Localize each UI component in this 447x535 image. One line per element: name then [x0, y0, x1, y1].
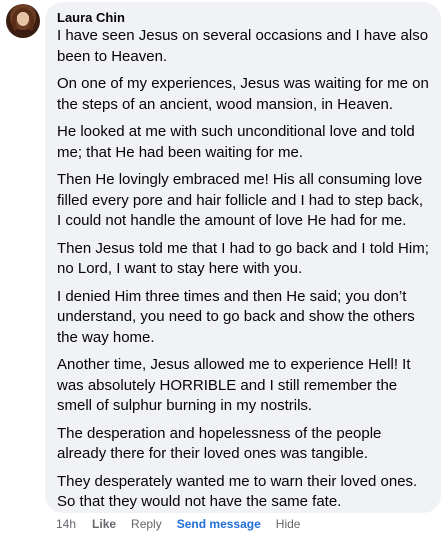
comment-author[interactable]: Laura Chin: [57, 10, 429, 26]
comment-bubble: Laura Chin I have seen Jesus on several …: [45, 2, 441, 513]
comment-paragraph: The desperation and hopelessness of the …: [57, 424, 382, 463]
comment-paragraph: Another time, Jesus allowed me to experi…: [57, 356, 411, 414]
comment-paragraph: I denied Him three times and then He sai…: [57, 287, 415, 346]
comment-paragraph: I have seen Jesus on several occasions a…: [57, 27, 429, 65]
comment-paragraph: On one of my experiences, Jesus was wait…: [57, 75, 429, 113]
comment-paragraph: Then Jesus told me that I had to go back…: [57, 239, 429, 278]
avatar-face: [17, 12, 29, 26]
author-avatar[interactable]: [6, 4, 40, 38]
send-message-button[interactable]: Send message: [177, 517, 261, 531]
like-button[interactable]: Like: [92, 517, 116, 531]
comment-timestamp[interactable]: 14h: [56, 517, 76, 531]
comment: Laura Chin I have seen Jesus on several …: [0, 0, 447, 535]
reply-button[interactable]: Reply: [131, 517, 162, 531]
comment-paragraph: They desperately wanted me to warn their…: [57, 472, 418, 511]
hide-button[interactable]: Hide: [276, 517, 301, 531]
comment-paragraph: He looked at me with such unconditional …: [57, 123, 415, 161]
comment-paragraph: Then He lovingly embraced me! His all co…: [57, 171, 424, 229]
comment-actions: 14h Like Reply Send message Hide: [56, 516, 315, 532]
